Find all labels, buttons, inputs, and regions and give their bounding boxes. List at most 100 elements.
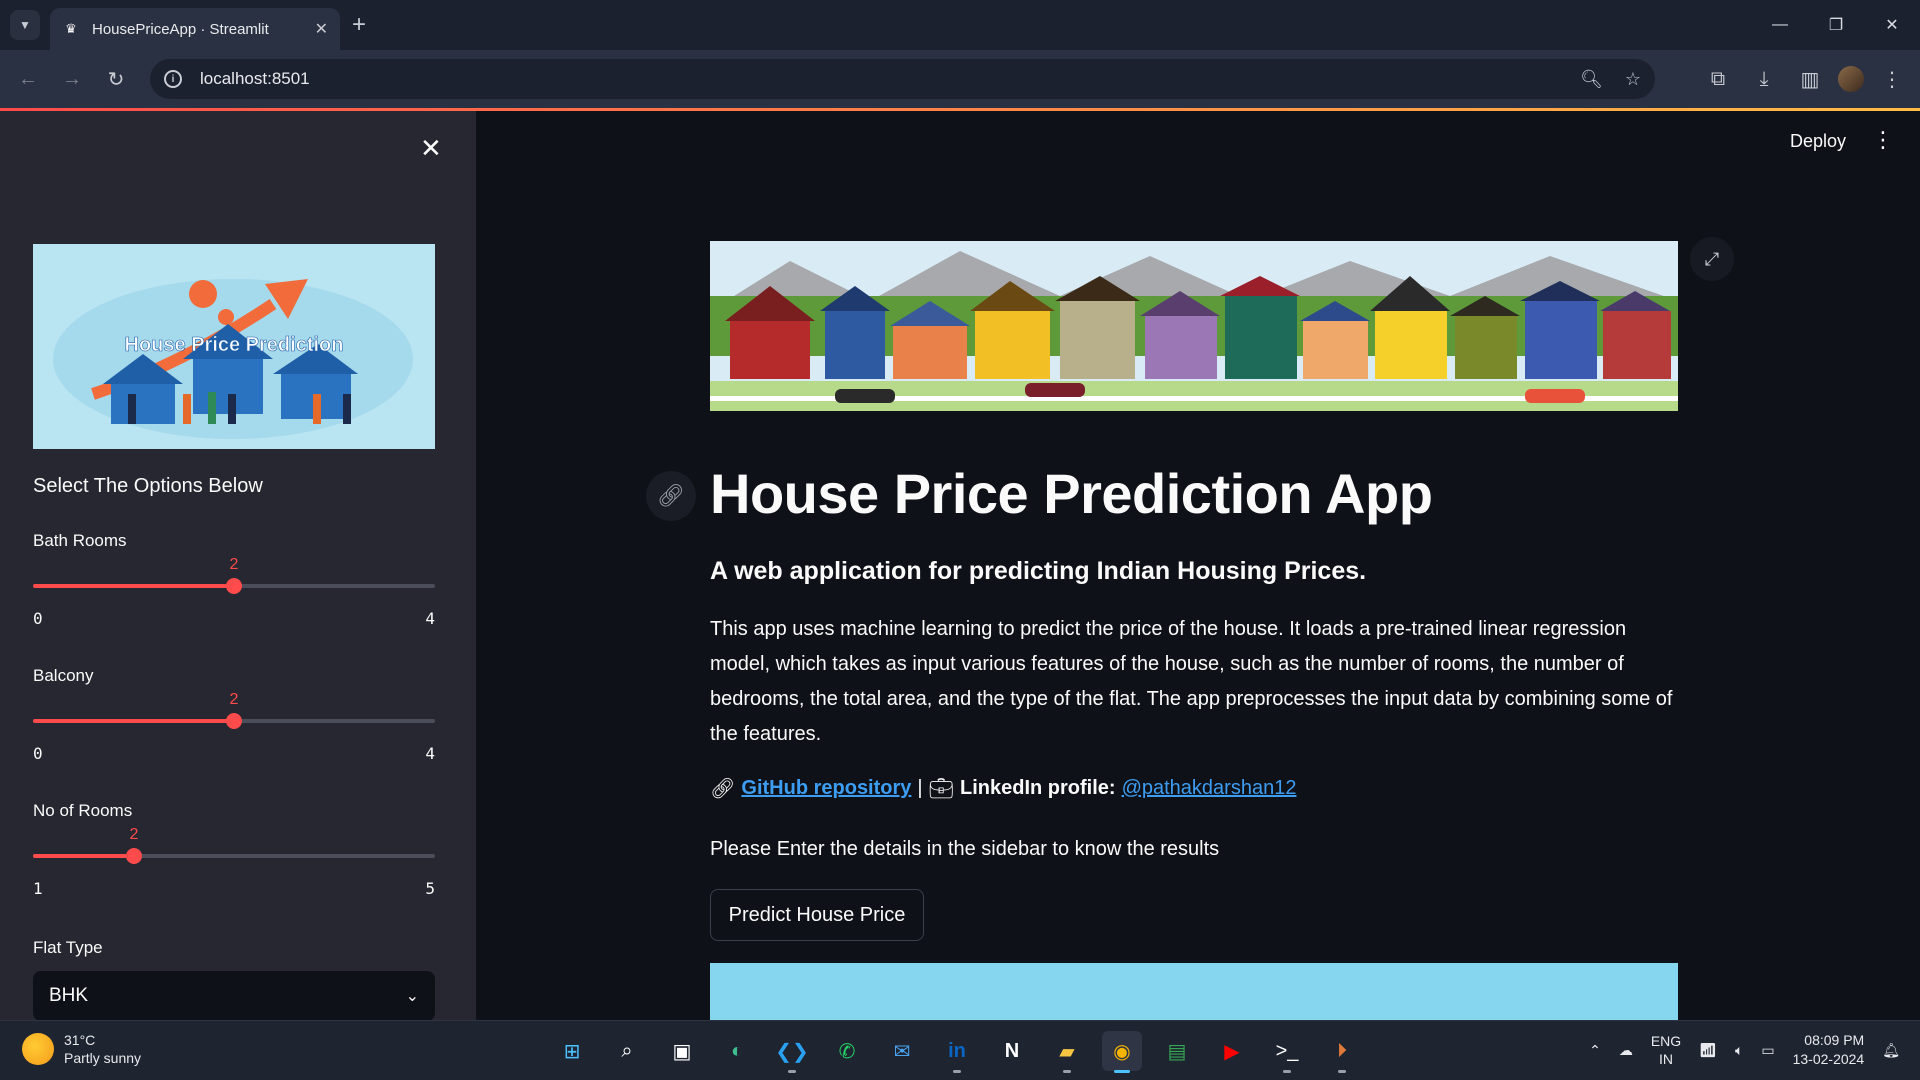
app-menu-icon[interactable]: ⋮	[1872, 127, 1894, 153]
system-tray: ⌃ ☁ ENG IN 📶︎ 🔈︎ ▭ 08:09 PM 13-02-2024 🔔…	[1589, 1031, 1900, 1069]
task-view-icon[interactable]: ▣	[662, 1031, 702, 1071]
edge-icon[interactable]: ◐	[717, 1031, 757, 1071]
slider-balcony: Balcony 2 0 4	[33, 666, 435, 763]
tab-title: HousePriceApp · Streamlit	[92, 20, 269, 38]
media-player-icon[interactable]: ⏵	[1322, 1031, 1362, 1073]
clock[interactable]: 08:09 PM 13-02-2024	[1793, 1031, 1865, 1069]
briefcase-icon: 💼︎	[928, 778, 954, 800]
slider-fill	[33, 584, 234, 588]
slider-max-label: 5	[425, 879, 435, 898]
back-icon[interactable]: ←	[6, 57, 50, 101]
bookmark-star-icon[interactable]: ☆	[1625, 69, 1641, 90]
linkedin-profile-link[interactable]: @pathakdarshan12	[1122, 777, 1297, 800]
chevron-up-icon[interactable]: ⌃	[1589, 1042, 1601, 1059]
browser-tab-bar: ▼ ♛ HousePriceApp · Streamlit ✕ + — ❐ ✕	[0, 0, 1920, 50]
tab-close-icon[interactable]: ✕	[315, 19, 328, 39]
chrome-icon[interactable]: ◉	[1102, 1031, 1142, 1073]
chevron-down-icon: ⌄	[405, 988, 419, 1005]
browser-tab[interactable]: ♛ HousePriceApp · Streamlit ✕	[50, 8, 340, 50]
deploy-button[interactable]: Deploy	[1790, 131, 1846, 152]
links-separator: |	[917, 777, 923, 799]
mail-icon[interactable]: ✉	[882, 1031, 922, 1071]
browser-nav-bar: ← → ↻ i localhost:8501 🔍︎ ☆ ⧉ ⤓ ▥ ⋮	[0, 50, 1920, 108]
profile-avatar[interactable]	[1838, 66, 1864, 92]
onedrive-icon[interactable]: ☁	[1619, 1042, 1633, 1059]
windows-start-icon[interactable]: ⊞	[552, 1031, 592, 1071]
slider-max-label: 4	[425, 744, 435, 763]
header-anchor-link-icon[interactable]: 🔗︎	[646, 471, 696, 521]
app-description: This app uses machine learning to predic…	[710, 618, 1673, 745]
slider-label: No of Rooms	[33, 801, 133, 820]
restore-icon[interactable]: ❐	[1808, 0, 1864, 50]
vscode-icon[interactable]: ❮❯	[772, 1031, 812, 1073]
slider-thumb[interactable]	[126, 848, 142, 864]
slider-label: Bath Rooms	[33, 531, 127, 550]
wifi-icon[interactable]: 📶︎	[1699, 1042, 1717, 1059]
weather-desc: Partly sunny	[64, 1050, 142, 1066]
address-bar[interactable]: i localhost:8501 🔍︎ ☆	[150, 59, 1655, 99]
banner-image	[710, 241, 1678, 411]
slider-fill	[33, 719, 234, 723]
side-panel-icon[interactable]: ▥	[1792, 57, 1828, 101]
slider-label: Balcony	[33, 666, 94, 685]
tab-search-button[interactable]: ▼	[10, 10, 40, 40]
slider-track[interactable]	[33, 848, 435, 864]
search-icon[interactable]: ⌕	[607, 1031, 647, 1071]
lang-code: ENG	[1650, 1033, 1682, 1049]
slider-bath-rooms: Bath Rooms 2 0 4	[33, 531, 435, 628]
slider-min-label: 0	[33, 609, 43, 628]
terminal-icon[interactable]: >_	[1267, 1031, 1307, 1073]
youtube-icon[interactable]: ▶	[1212, 1031, 1252, 1071]
forward-icon[interactable]: →	[50, 57, 94, 101]
minimize-icon[interactable]: —	[1752, 0, 1808, 50]
slider-thumb[interactable]	[226, 578, 242, 594]
clock-date: 13-02-2024	[1792, 1051, 1865, 1067]
file-explorer-icon[interactable]: ▰	[1047, 1031, 1087, 1073]
slider-thumb[interactable]	[226, 713, 242, 729]
sidebar-house-image: House Price Prediction	[33, 244, 435, 449]
notification-bell-icon[interactable]: 🔔︎	[1882, 1042, 1900, 1059]
fullscreen-expand-icon[interactable]: ⤢	[1690, 237, 1734, 281]
slider-no-of-rooms: No of Rooms 2 1 5	[33, 801, 435, 898]
slider-min-label: 0	[33, 744, 43, 763]
notion-icon[interactable]: N	[992, 1031, 1032, 1071]
sidebar: ✕ House Price Prediction Select The Opti…	[0, 111, 476, 1020]
houses-banner-illustration	[710, 241, 1678, 411]
slider-current-value: 2	[229, 556, 239, 573]
page-title: House Price Prediction App	[710, 462, 1433, 525]
region-code: IN	[1659, 1051, 1673, 1067]
links-row: 🔗︎ GitHub repository | 💼︎ LinkedIn profi…	[710, 776, 1296, 801]
sidebar-heading: Select The Options Below	[33, 475, 263, 497]
reload-icon[interactable]: ↻	[94, 57, 138, 101]
slider-track[interactable]	[33, 578, 435, 594]
site-info-icon[interactable]: i	[164, 70, 182, 88]
flat-type-value: BHK	[49, 985, 89, 1006]
extensions-icon[interactable]: ⧉	[1700, 57, 1736, 101]
new-tab-button[interactable]: +	[352, 12, 366, 38]
weather-widget[interactable]: 31°C Partly sunny	[22, 1031, 141, 1067]
whatsapp-icon[interactable]: ✆	[827, 1031, 867, 1071]
slider-max-label: 4	[425, 609, 435, 628]
predict-house-price-button[interactable]: Predict House Price	[710, 889, 924, 941]
slider-min-label: 1	[33, 879, 43, 898]
battery-icon[interactable]: ▭	[1761, 1042, 1774, 1059]
close-window-icon[interactable]: ✕	[1864, 0, 1920, 50]
house-price-illustration: House Price Prediction	[33, 244, 435, 449]
language-indicator[interactable]: ENG IN	[1651, 1032, 1681, 1068]
instruction-text: Please Enter the details in the sidebar …	[710, 838, 1220, 860]
browser-menu-icon[interactable]: ⋮	[1874, 57, 1910, 101]
volume-icon[interactable]: 🔈︎	[1735, 1042, 1743, 1059]
linkedin-icon[interactable]: in	[937, 1031, 977, 1073]
link-icon: 🔗︎	[710, 778, 736, 800]
download-icon[interactable]: ⤓	[1746, 57, 1782, 101]
image-caption-text: House Price Prediction	[125, 334, 344, 356]
zoom-icon[interactable]: 🔍︎	[1580, 69, 1603, 90]
url-text: localhost:8501	[200, 69, 310, 88]
slider-track[interactable]	[33, 713, 435, 729]
flat-type-select[interactable]: BHK ⌄	[33, 971, 435, 1020]
window-controls: — ❐ ✕	[1752, 0, 1920, 50]
linkedin-label: LinkedIn profile:	[960, 777, 1116, 799]
sidebar-close-icon[interactable]: ✕	[420, 133, 442, 164]
github-repository-link[interactable]: GitHub repository	[741, 777, 911, 800]
classroom-icon[interactable]: ▤	[1157, 1031, 1197, 1071]
